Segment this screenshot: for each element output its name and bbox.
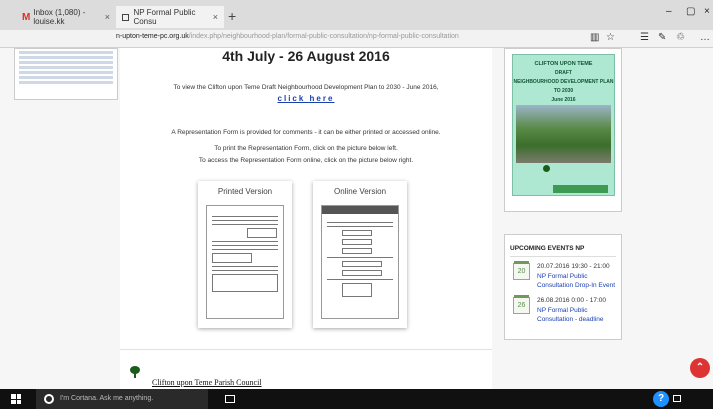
tree-icon <box>130 366 140 378</box>
view-plan-text: To view the Clifton upon Teme Draft Neig… <box>173 84 439 91</box>
event-title-link[interactable]: NP Formal Public Consultation - deadline <box>537 306 619 324</box>
tab-close-icon[interactable]: × <box>105 12 110 22</box>
tab-gmail-inbox[interactable]: M Inbox (1,080) - louise.kk × <box>16 6 116 28</box>
calendar-icon: 26 <box>513 295 530 314</box>
share-icon[interactable]: ♲ <box>676 32 685 43</box>
tab-preview-thumbnail <box>14 48 118 100</box>
new-tab-button[interactable]: + <box>228 8 236 24</box>
footer-divider <box>120 349 492 350</box>
event-date: 26.08.2016 0:00 - 17:00 <box>537 297 607 304</box>
cover-to-year: TO 2030 <box>553 88 574 94</box>
web-note-icon[interactable]: ✎ <box>658 32 666 43</box>
online-instruction-text: To access the Representation Form online… <box>198 157 414 164</box>
tab-label: NP Formal Public Consu <box>133 8 196 26</box>
url-path: /index.php/neighbourhood-plan/formal-pub… <box>188 33 459 40</box>
printed-form-preview <box>206 205 284 319</box>
parish-council-link[interactable]: Clifton upon Teme Parish Council <box>152 378 262 387</box>
print-instruction-text: To print the Representation Form, click … <box>214 145 398 152</box>
cover-logo <box>543 165 552 172</box>
cortana-icon <box>44 394 54 404</box>
cover-plan-name: NEIGHBOURHOOD DEVELOPMENT PLAN <box>513 79 614 85</box>
page-icon <box>122 13 130 21</box>
cortana-search-box[interactable]: I'm Cortana. Ask me anything. <box>36 389 208 409</box>
cover-title: CLIFTON UPON TEME <box>534 61 593 67</box>
cover-bar <box>553 185 608 193</box>
cortana-placeholder: I'm Cortana. Ask me anything. <box>60 395 154 402</box>
favorite-star-icon[interactable]: ☆ <box>606 32 615 43</box>
tab-label: Inbox (1,080) - louise.kk <box>33 8 86 26</box>
url-field[interactable]: n-upton-teme-pc.org.uk/index.php/neighbo… <box>116 33 459 40</box>
event-item[interactable]: 26 26.08.2016 0:00 - 17:00 NP Formal Pub… <box>511 295 621 333</box>
url-host: n-upton-teme-pc.org.uk <box>116 33 189 40</box>
event-item[interactable]: 20 20.07.2016 19:30 - 21:00 NP Formal Pu… <box>511 261 621 299</box>
tab-close-icon[interactable]: × <box>213 12 218 22</box>
tab-np-consultation[interactable]: NP Formal Public Consu × <box>116 6 224 28</box>
help-icon[interactable]: ? <box>653 391 669 407</box>
minimize-icon[interactable]: – <box>666 6 672 17</box>
more-icon[interactable]: … <box>700 32 710 43</box>
events-heading: UPCOMING EVENTS NP <box>510 245 585 252</box>
upcoming-events-widget: UPCOMING EVENTS NP 20 20.07.2016 19:30 -… <box>504 234 622 340</box>
representation-form-text: A Representation Form is provided for co… <box>171 129 441 136</box>
event-date: 20.07.2016 19:30 - 21:00 <box>537 263 610 270</box>
maximize-icon[interactable]: ▢ <box>686 6 695 17</box>
cover-draft: DRAFT <box>555 70 572 76</box>
online-form-preview <box>321 205 399 319</box>
plan-cover-widget[interactable]: CLIFTON UPON TEME DRAFT NEIGHBOURHOOD DE… <box>504 48 622 212</box>
gmail-icon: M <box>22 11 31 23</box>
event-title-link[interactable]: NP Formal Public Consultation Drop-In Ev… <box>537 272 619 290</box>
windows-start-icon[interactable] <box>11 394 21 404</box>
calendar-icon: 20 <box>513 261 530 280</box>
plan-cover-image[interactable]: CLIFTON UPON TEME DRAFT NEIGHBOURHOOD DE… <box>512 54 615 196</box>
web-page: 4th July - 26 August 2016 To view the Cl… <box>0 48 713 389</box>
address-bar[interactable]: n-upton-teme-pc.org.uk/index.php/neighbo… <box>0 30 713 48</box>
reading-view-icon[interactable]: ▥ <box>590 32 599 43</box>
online-version-title: Online Version <box>333 187 387 196</box>
task-view-icon[interactable] <box>225 395 235 403</box>
browser-tab-strip: M Inbox (1,080) - louise.kk × NP Formal … <box>0 0 713 30</box>
online-version-card[interactable]: Online Version <box>313 181 407 328</box>
click-here-link[interactable]: click here <box>120 94 492 103</box>
notification-icon[interactable] <box>673 395 681 402</box>
tree-icon <box>543 165 550 172</box>
cover-photo <box>516 105 611 163</box>
printed-version-card[interactable]: Printed Version <box>198 181 292 328</box>
scroll-to-top-button[interactable]: ⌃ <box>690 358 710 378</box>
windows-taskbar: I'm Cortana. Ask me anything. ? <box>0 389 713 409</box>
hub-icon[interactable]: ☰ <box>640 32 649 43</box>
events-divider <box>510 256 616 257</box>
consultation-dates-heading: 4th July - 26 August 2016 <box>222 48 390 64</box>
close-icon[interactable]: × <box>704 6 710 17</box>
printed-version-title: Printed Version <box>217 187 273 196</box>
main-content: 4th July - 26 August 2016 To view the Cl… <box>120 48 492 389</box>
cover-date: June 2016 <box>551 97 576 103</box>
